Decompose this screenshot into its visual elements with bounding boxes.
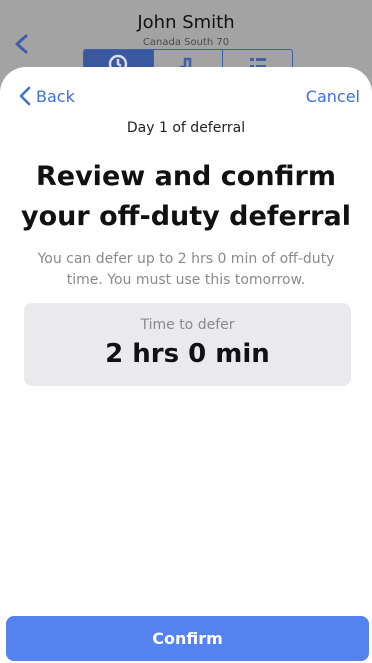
defer-time-card: Time to defer 2 hrs 0 min <box>24 303 351 386</box>
day-label: Day 1 of deferral <box>126 120 246 136</box>
confirm-button[interactable]: Confirm <box>6 616 369 661</box>
back-button[interactable]: Back <box>18 85 75 107</box>
description-text: You can defer up to 2 hrs 0 min of off-d… <box>37 251 335 288</box>
driver-name: John Smith <box>137 12 235 33</box>
chevron-left-icon <box>19 86 31 106</box>
back-label: Back <box>36 86 75 106</box>
page-title: Review and confirm your off-duty deferra… <box>21 161 351 232</box>
defer-value: 2 hrs 0 min <box>105 339 270 369</box>
defer-label: Time to defer <box>140 317 235 333</box>
cancel-button[interactable]: Cancel <box>306 87 360 106</box>
ruleset-label: Canada South 70 <box>142 37 230 48</box>
deferral-sheet: Back Cancel Day 1 of deferral Review and… <box>0 67 372 663</box>
